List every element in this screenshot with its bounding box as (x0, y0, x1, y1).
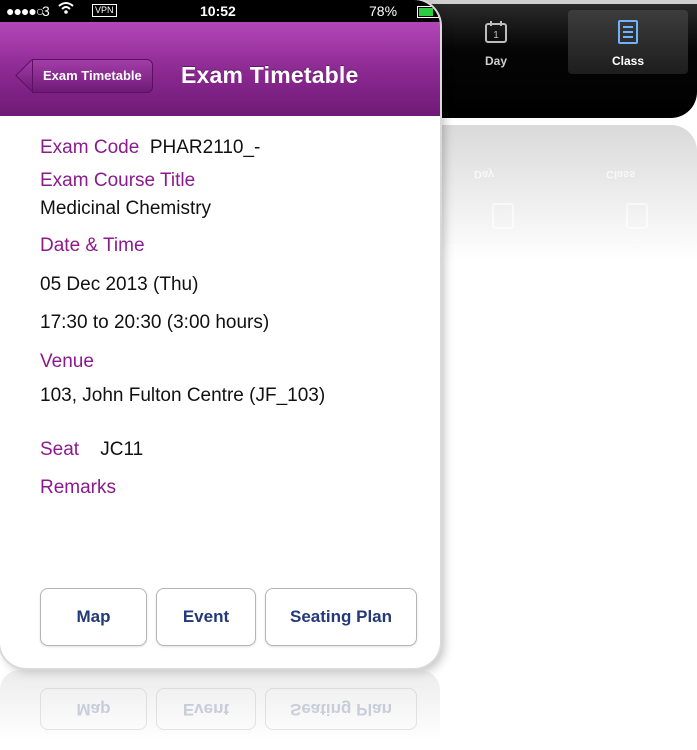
reflection-day-icon (492, 203, 514, 229)
phone-screen: ●●●●○ 3 VPN 10:52 78% Exam Timetable Exa… (0, 0, 440, 668)
venue-value: 103, John Fulton Centre (JF_103) (40, 385, 326, 406)
exam-date: 05 Dec 2013 (Thu) (40, 274, 199, 295)
carrier-name: 3 (42, 3, 50, 19)
venue-label: Venue (40, 351, 94, 372)
tab-class[interactable]: Class (568, 10, 688, 74)
reflection-day-label: Day (474, 168, 495, 180)
seat-row: Seat JC11 (40, 439, 143, 461)
vpn-badge: VPN (92, 4, 117, 17)
seat-label: Seat (40, 439, 80, 460)
exam-time: 17:30 to 20:30 (3:00 hours) (40, 312, 270, 333)
reflection-seating-plan: Seating Plan (265, 688, 417, 730)
tab-day-label: Day (484, 54, 507, 68)
battery-percent: 78% (369, 3, 398, 19)
map-button[interactable]: Map (40, 588, 147, 646)
wifi-icon (58, 1, 74, 18)
navigation-bar: Exam Timetable Exam Timetable (0, 22, 440, 116)
course-title-label: Exam Course Title (40, 170, 196, 191)
exam-code-row: Exam Code PHAR2110_- (40, 137, 260, 159)
status-bar: ●●●●○ 3 VPN 10:52 78% (0, 0, 440, 22)
tab-day[interactable]: 1 Day (436, 10, 556, 74)
tab-class-label: Class (611, 54, 645, 68)
action-buttons: Map Event Seating Plan (0, 588, 440, 646)
reflection-event: Event (156, 688, 256, 730)
page-title: Exam Timetable (181, 62, 359, 88)
seat-value: JC11 (100, 439, 144, 460)
reflection-divider (446, 245, 686, 276)
datetime-label: Date & Time (40, 235, 145, 256)
reflection-map: Map (40, 688, 147, 730)
calendar-day-icon: 1 (485, 21, 507, 43)
back-button[interactable]: Exam Timetable (32, 59, 153, 93)
battery-icon (417, 6, 439, 18)
status-time: 10:52 (200, 3, 236, 19)
phone-reflection: Map Event Seating Plan (0, 670, 440, 750)
reflection-class-icon (626, 203, 648, 229)
exam-code-value: PHAR2110_- (149, 137, 261, 158)
signal-strength: ●●●●○ (6, 3, 44, 19)
remarks-label: Remarks (40, 477, 117, 498)
reflection-class-label: Class (606, 168, 636, 180)
course-title-value: Medicinal Chemistry (40, 198, 212, 219)
seating-plan-button[interactable]: Seating Plan (265, 588, 417, 646)
svg-text:1: 1 (493, 30, 499, 41)
event-button[interactable]: Event (156, 588, 256, 646)
list-icon (618, 20, 638, 44)
exam-code-label: Exam Code (40, 137, 140, 158)
